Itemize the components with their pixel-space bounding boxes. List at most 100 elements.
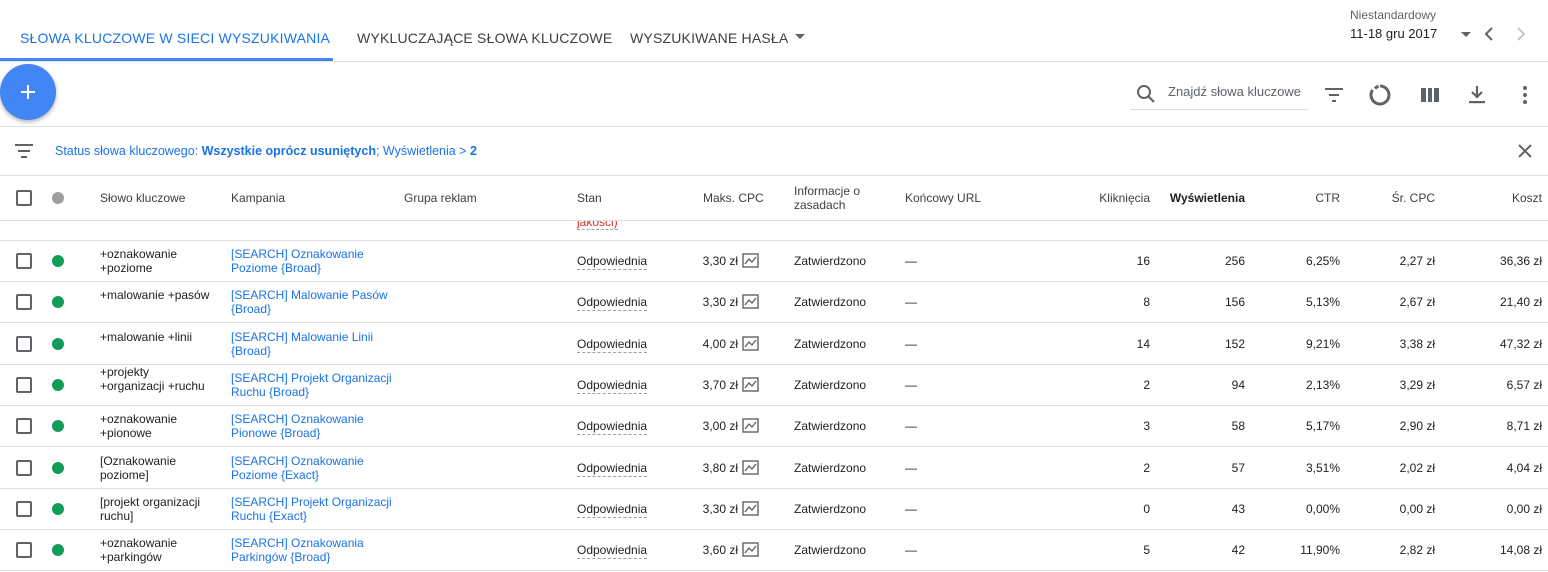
close-icon[interactable] [1516, 142, 1534, 160]
campaign-link[interactable]: [SEARCH] Malowanie Pasów {Broad} [231, 288, 396, 316]
col-impressions[interactable]: Wyświetlenia [1150, 191, 1245, 205]
keyword-text[interactable]: +malowanie +pasów [100, 288, 210, 302]
bid-chart-icon[interactable] [742, 294, 759, 309]
status-text[interactable]: Odpowiednia [577, 254, 648, 270]
table-row[interactable]: +oznakowanie +parkingów [SEARCH] Oznakowa… [0, 530, 1548, 571]
col-clicks[interactable]: Kliknięcia [1060, 191, 1150, 205]
col-avg-cpc[interactable]: Śr. CPC [1355, 191, 1435, 205]
row-checkbox[interactable] [16, 460, 32, 476]
max-cpc-value[interactable]: 4,00 zł [678, 337, 738, 351]
tab-bar: SŁOWA KLUCZOWE W SIECI WYSZUKIWANIA WYKL… [0, 0, 1548, 62]
status-enabled-dot[interactable] [52, 379, 64, 391]
table-row[interactable]: +oznakowanie +poziome [SEARCH] Oznakowani… [0, 241, 1548, 282]
row-checkbox[interactable] [16, 542, 32, 558]
col-max-cpc[interactable]: Maks. CPC [703, 191, 764, 205]
status-enabled-dot[interactable] [52, 462, 64, 474]
table-row[interactable]: +oznakowanie +pionowe [SEARCH] Oznakowani… [0, 406, 1548, 447]
more-vert-icon[interactable] [1513, 83, 1537, 107]
table-row[interactable]: +projekty +organizacji +ruchu [SEARCH] Pr… [0, 365, 1548, 406]
keyword-text[interactable]: [projekt organizacji ruchu] [100, 495, 210, 523]
max-cpc-value[interactable]: 3,30 zł [678, 502, 738, 516]
campaign-link[interactable]: [SEARCH] Projekt Organizacji Ruchu {Broa… [231, 371, 396, 399]
status-text[interactable]: Odpowiednia [577, 461, 648, 477]
row-checkbox[interactable] [16, 501, 32, 517]
col-keyword[interactable]: Słowo kluczowe [100, 191, 185, 205]
col-status[interactable]: Stan [577, 191, 602, 205]
status-header-dot[interactable] [52, 192, 64, 204]
status-enabled-dot[interactable] [52, 255, 64, 267]
filter-lines-icon[interactable] [13, 142, 35, 160]
row-checkbox[interactable] [16, 336, 32, 352]
status-text[interactable]: Odpowiednia [577, 502, 648, 518]
row-checkbox[interactable] [16, 377, 32, 393]
row-checkbox[interactable] [16, 253, 32, 269]
date-dropdown-icon[interactable] [1461, 32, 1471, 37]
search-box[interactable] [1130, 78, 1308, 110]
campaign-link[interactable]: [SEARCH] Oznakowania Parkingów {Broad} [231, 536, 396, 564]
keyword-text[interactable]: [Oznakowanie poziome] [100, 454, 210, 482]
row-checkbox[interactable] [16, 418, 32, 434]
max-cpc-value[interactable]: 3,30 zł [678, 295, 738, 309]
campaign-link[interactable]: [SEARCH] Malowanie Linii {Broad} [231, 330, 396, 358]
table-row[interactable]: +malowanie +linii [SEARCH] Malowanie Lini… [0, 324, 1548, 365]
row-checkbox[interactable] [16, 294, 32, 310]
status-enabled-dot[interactable] [52, 544, 64, 556]
status-text[interactable]: Odpowiednia [577, 337, 648, 353]
col-ctr[interactable]: CTR [1270, 191, 1340, 205]
max-cpc-value[interactable]: 3,00 zł [678, 419, 738, 433]
max-cpc-value[interactable]: 3,60 zł [678, 543, 738, 557]
status-text[interactable]: Odpowiednia [577, 543, 648, 559]
date-range-picker[interactable]: 11-18 gru 2017 [1350, 26, 1437, 41]
bid-chart-icon[interactable] [742, 418, 759, 433]
chevron-down-icon[interactable] [795, 34, 805, 39]
tab-search-terms[interactable]: WYSZUKIWANE HASŁA [630, 30, 788, 46]
col-final-url[interactable]: Końcowy URL [905, 191, 981, 205]
bid-chart-icon[interactable] [742, 542, 759, 557]
active-filter-summary[interactable]: Status słowa kluczowego: Wszystkie opróc… [55, 144, 477, 158]
search-input[interactable] [1168, 84, 1308, 99]
status-enabled-dot[interactable] [52, 503, 64, 515]
tab-negative-keywords[interactable]: WYKLUCZAJĄCE SŁOWA KLUCZOWE [357, 30, 612, 46]
campaign-link[interactable]: [SEARCH] Oznakowanie Poziome {Exact} [231, 454, 396, 482]
keyword-text[interactable]: +malowanie +linii [100, 330, 210, 344]
bid-chart-icon[interactable] [742, 460, 759, 475]
keyword-text[interactable]: +oznakowanie +parkingów [100, 536, 210, 564]
status-enabled-dot[interactable] [52, 338, 64, 350]
table-row[interactable]: +malowanie +pasów [SEARCH] Malowanie Pasó… [0, 282, 1548, 323]
status-enabled-dot[interactable] [52, 420, 64, 432]
max-cpc-value[interactable]: 3,70 zł [678, 378, 738, 392]
select-all-checkbox[interactable] [16, 190, 32, 206]
filter-value: Wszystkie oprócz usuniętych [201, 144, 376, 158]
keyword-text[interactable]: +projekty +organizacji +ruchu [100, 365, 210, 393]
segment-icon[interactable] [1368, 83, 1392, 107]
keyword-text[interactable]: +oznakowanie +pionowe [100, 412, 210, 440]
bid-chart-icon[interactable] [742, 501, 759, 516]
table-row[interactable]: [Oznakowanie poziome] [SEARCH] Oznakowani… [0, 448, 1548, 489]
chevron-left-icon[interactable] [1482, 26, 1496, 42]
add-keyword-button[interactable] [0, 64, 56, 120]
keyword-text[interactable]: +oznakowanie +poziome [100, 247, 210, 275]
status-text[interactable]: Odpowiednia [577, 295, 648, 311]
tab-search-keywords[interactable]: SŁOWA KLUCZOWE W SIECI WYSZUKIWANIA [20, 30, 330, 46]
campaign-link[interactable]: [SEARCH] Oznakowanie Poziome {Broad} [231, 247, 396, 275]
col-adgroup[interactable]: Grupa reklam [404, 191, 477, 205]
campaign-link[interactable]: [SEARCH] Oznakowanie Pionowe {Broad} [231, 412, 396, 440]
filter-icon[interactable] [1322, 83, 1346, 107]
chevron-right-icon[interactable] [1514, 26, 1528, 42]
status-enabled-dot[interactable] [52, 296, 64, 308]
bid-chart-icon[interactable] [742, 253, 759, 268]
status-text[interactable]: Odpowiednia [577, 378, 648, 394]
status-text[interactable]: Odpowiednia [577, 419, 648, 435]
status-fragment[interactable]: jakości) [577, 221, 618, 230]
col-cost[interactable]: Koszt [1460, 191, 1542, 205]
col-policy[interactable]: Informacje o zasadach [794, 184, 860, 212]
max-cpc-value[interactable]: 3,30 zł [678, 254, 738, 268]
columns-icon[interactable] [1418, 83, 1442, 107]
campaign-link[interactable]: [SEARCH] Projekt Organizacji Ruchu {Exac… [231, 495, 396, 523]
max-cpc-value[interactable]: 3,80 zł [678, 461, 738, 475]
bid-chart-icon[interactable] [742, 377, 759, 392]
download-icon[interactable] [1465, 83, 1489, 107]
bid-chart-icon[interactable] [742, 336, 759, 351]
table-row[interactable]: [projekt organizacji ruchu] [SEARCH] Proj… [0, 489, 1548, 530]
col-campaign[interactable]: Kampania [231, 191, 285, 205]
